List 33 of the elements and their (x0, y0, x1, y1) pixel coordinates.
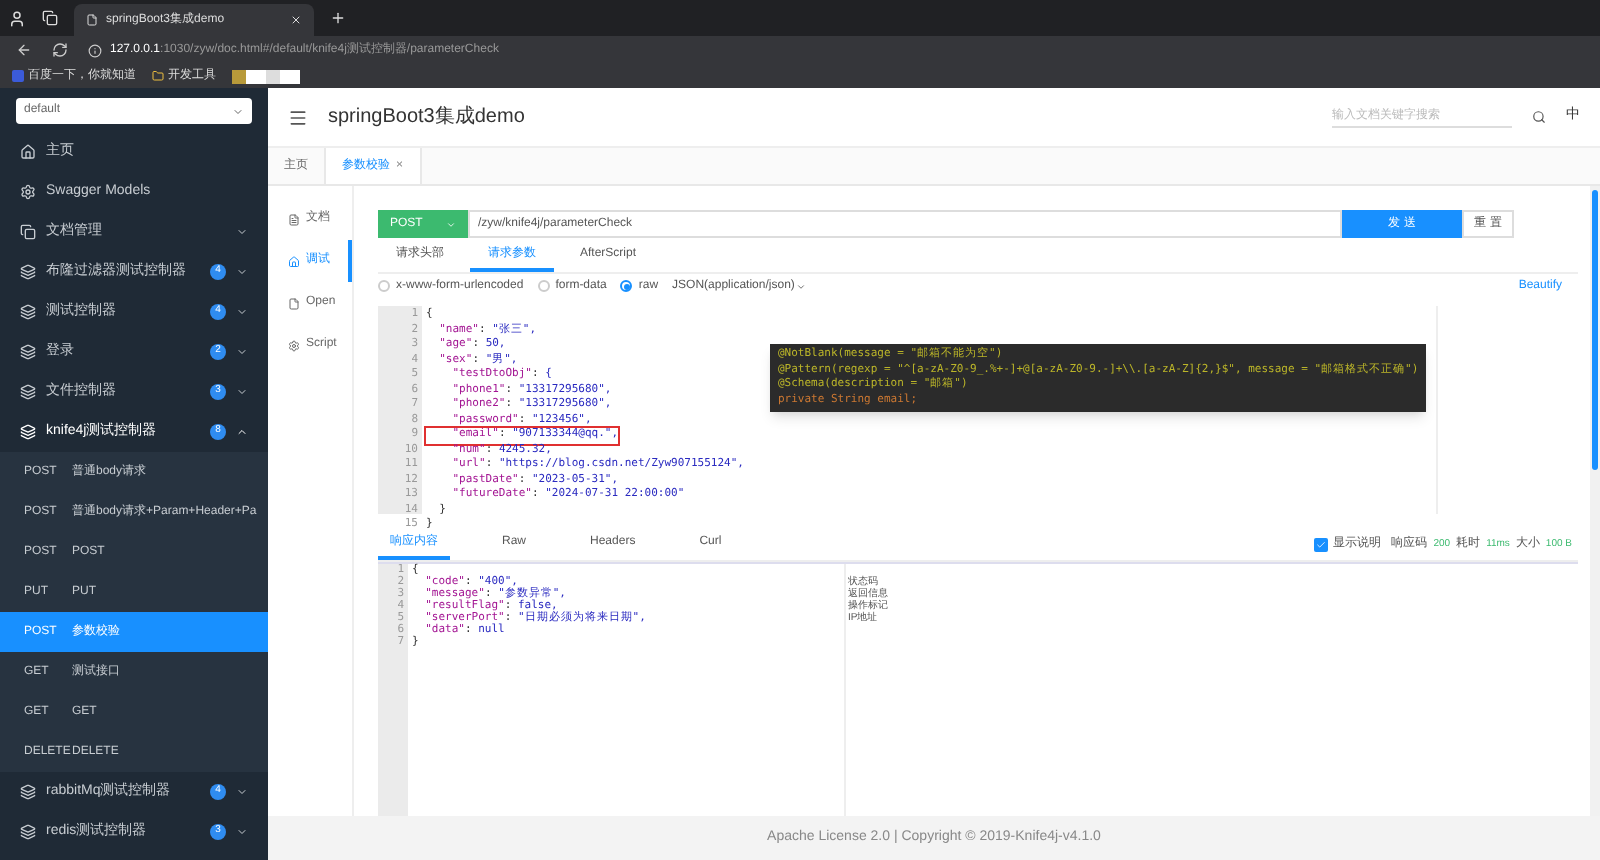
profile-icon[interactable] (8, 9, 26, 27)
search-icon[interactable] (1532, 110, 1546, 124)
layers-icon (20, 344, 36, 360)
folder-icon (152, 70, 164, 82)
layers-icon (20, 824, 36, 840)
info-icon[interactable] (88, 43, 102, 57)
home-icon (288, 255, 300, 267)
check-icon (1315, 540, 1326, 550)
home-icon (20, 144, 36, 160)
tab-actions-icon[interactable] (42, 10, 58, 26)
layers-icon (20, 384, 36, 400)
gear-icon (20, 184, 36, 200)
file-icon (288, 297, 300, 309)
scrollbar-thumb[interactable] (1592, 190, 1598, 470)
layers-icon (20, 424, 36, 440)
document-icon (288, 213, 300, 225)
layers-icon (20, 304, 36, 320)
new-tab-icon[interactable] (330, 10, 346, 26)
close-icon[interactable] (290, 14, 302, 26)
gear-icon (288, 339, 300, 351)
bookmark-icon (12, 70, 24, 82)
menu-icon[interactable] (288, 107, 308, 127)
app-title: springBoot3集成demo (328, 103, 527, 132)
documents-icon (20, 224, 36, 240)
layers-icon (20, 264, 36, 280)
chevron-down-icon (232, 105, 244, 117)
layers-icon (20, 784, 36, 800)
back-icon[interactable] (16, 42, 32, 58)
reload-icon[interactable] (52, 42, 68, 58)
chevron-down-icon (796, 281, 807, 291)
chevron-down-icon (446, 219, 456, 229)
page-icon (86, 14, 98, 26)
blurred-bookmark (232, 69, 300, 83)
